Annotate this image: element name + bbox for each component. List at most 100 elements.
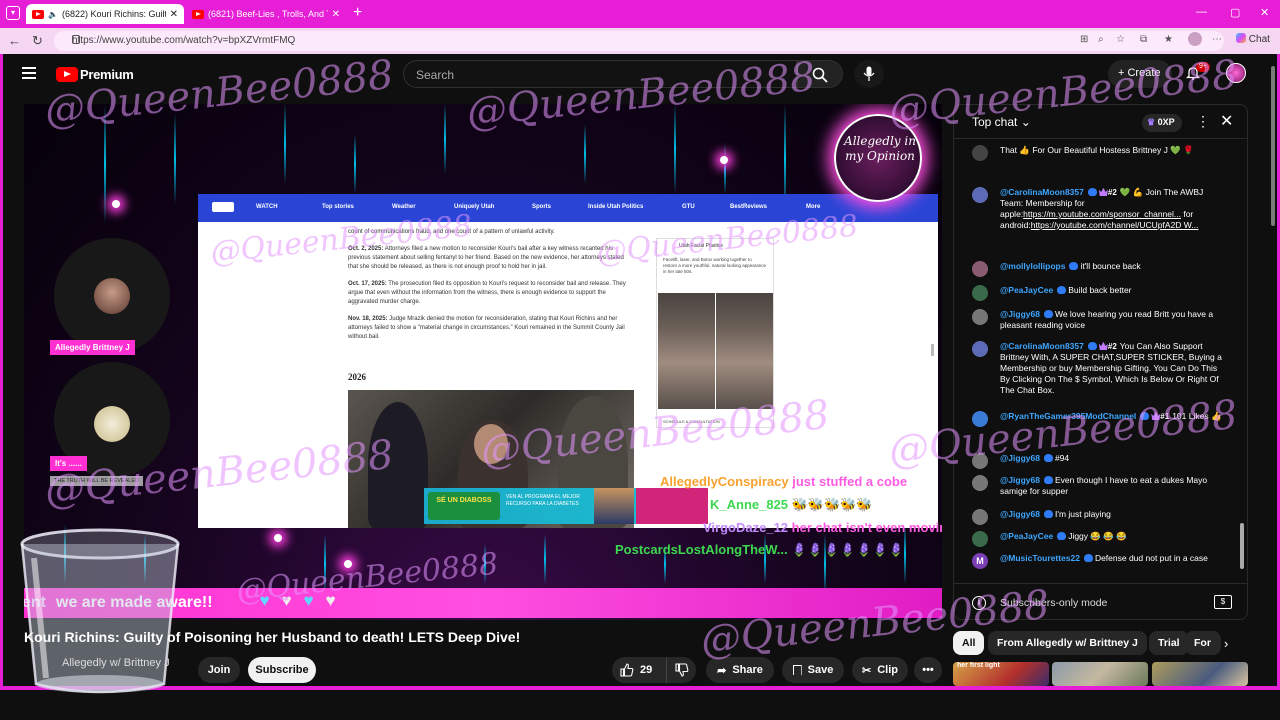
info-icon[interactable]: i <box>972 596 986 610</box>
chat-avatar[interactable] <box>972 187 988 203</box>
tab-actions-icon[interactable]: ▾ <box>6 6 20 20</box>
join-button[interactable]: Join <box>198 657 240 683</box>
more-icon[interactable]: ⋯ <box>1212 34 1222 45</box>
super-chat-icon[interactable]: $ <box>1214 595 1232 609</box>
chat-author-name[interactable]: @Jiggy68 <box>1000 509 1040 519</box>
profile-avatar[interactable] <box>1188 32 1202 46</box>
create-button[interactable]: + Create <box>1108 60 1172 88</box>
chat-author-name[interactable]: @PeaJayCee <box>1000 531 1053 541</box>
browser-tab-active[interactable]: 🔈 (6822) Kouri Richins: Guilty of Poison… <box>26 4 184 24</box>
chat-scroll-thumb[interactable] <box>1240 523 1244 569</box>
member-badge-icon <box>1083 554 1093 562</box>
chat-avatar[interactable] <box>972 285 988 301</box>
youtube-logo-icon[interactable] <box>56 67 78 82</box>
copilot-chat-button[interactable]: Chat <box>1236 33 1270 45</box>
refresh-icon[interactable]: ↻ <box>32 33 43 49</box>
chat-author-name[interactable]: @mollylollipops <box>1000 261 1065 271</box>
page-scroll-thumb[interactable] <box>1271 66 1275 226</box>
chat-message[interactable]: M @MusicTourettes22 Defense dud not put in… <box>972 553 1228 569</box>
youtube-premium-label[interactable]: Premium <box>80 67 134 82</box>
chat-author-name[interactable]: @Jiggy68 <box>1000 309 1040 319</box>
chat-author-name[interactable]: @CarolinaMoon8357 <box>1000 341 1084 351</box>
favorites-icon[interactable]: ★ <box>1164 34 1173 45</box>
chat-avatar[interactable] <box>972 261 988 277</box>
chat-author-name[interactable]: @CarolinaMoon8357 <box>1000 187 1084 197</box>
chat-message[interactable]: That 👍 For Our Beautiful Hostess Brittne… <box>972 145 1228 161</box>
member-badge-icon <box>1057 532 1067 540</box>
chat-avatar[interactable] <box>972 411 988 427</box>
chat-message[interactable]: @Jiggy68 Even though I have to eat a duke… <box>972 475 1228 497</box>
chat-author-name[interactable]: @Jiggy68 <box>1000 453 1040 463</box>
chat-message[interactable]: @Jiggy68 We love hearing you read Britt y… <box>972 309 1228 331</box>
recommended-video-thumbnail[interactable]: her first light <box>953 662 1049 686</box>
chat-message[interactable]: @PeaJayCee Jiggy 😂 😂 😂 <box>972 531 1228 547</box>
voice-search-button[interactable] <box>854 60 884 88</box>
chat-message[interactable]: @Jiggy68 I'm just playing <box>972 509 1228 525</box>
chat-mode-dropdown[interactable]: Top chat ⌄ <box>972 115 1031 129</box>
chat-avatar[interactable] <box>972 145 988 161</box>
like-button[interactable]: 29 <box>612 657 666 683</box>
search-button[interactable] <box>797 60 843 88</box>
app-available-icon[interactable]: ⊞ <box>1080 34 1088 45</box>
chat-author-name[interactable]: @PeaJayCee <box>1000 285 1053 295</box>
address-bar[interactable]: https://www.youtube.com/watch?v=bpXZVrmt… <box>54 31 1224 51</box>
channel-name[interactable]: Allegedly w/ Brittney J <box>62 657 170 669</box>
new-tab-icon[interactable]: + <box>353 4 362 22</box>
minimize-icon[interactable]: — <box>1196 6 1207 18</box>
chat-avatar[interactable] <box>972 531 988 547</box>
browser-tab[interactable]: (6821) Beef-Lies , Trolls, And THe I ✕ <box>186 4 346 24</box>
article-nav-item: GTU <box>682 204 695 210</box>
chat-message-text: #94 <box>1054 453 1070 463</box>
split-screen-icon[interactable]: ⧉ <box>1140 34 1147 45</box>
back-icon[interactable]: ← <box>8 33 21 48</box>
menu-icon[interactable] <box>22 67 36 79</box>
maximize-icon[interactable]: ▢ <box>1230 6 1240 19</box>
close-chat-icon[interactable]: ✕ <box>1220 111 1233 131</box>
clip-button[interactable]: ✂ Clip <box>852 657 908 683</box>
xp-badge[interactable]: ♛ 0XP <box>1142 114 1182 132</box>
recommended-video-thumbnail[interactable] <box>1152 662 1248 686</box>
dislike-button[interactable] <box>666 657 696 683</box>
member-badge-icon <box>1087 342 1097 350</box>
chat-avatar[interactable] <box>972 341 988 357</box>
filter-chip[interactable]: Trial <box>1149 631 1189 655</box>
chat-author-name[interactable]: @MusicTourettes22 <box>1000 553 1080 563</box>
subscribe-button[interactable]: Subscribe <box>248 657 316 683</box>
chat-message[interactable]: @mollylollipops it'll bounce back <box>972 261 1228 277</box>
chat-author-name[interactable]: @RyanTheGamer395ModChannel <box>1000 411 1136 421</box>
chat-message-text: it'll bounce back <box>1080 261 1141 271</box>
close-tab-icon[interactable]: ✕ <box>332 9 340 20</box>
zoom-icon[interactable]: ⌕ <box>1098 34 1104 45</box>
chat-link[interactable]: https://youtube.com/channel/UCUpfA2D W..… <box>1031 220 1199 230</box>
chat-avatar[interactable]: M <box>972 553 988 569</box>
chevron-right-icon[interactable]: › <box>1224 636 1228 651</box>
share-button[interactable]: ➦ Share <box>706 657 774 683</box>
more-actions-button[interactable]: ••• <box>914 657 942 683</box>
chat-avatar[interactable] <box>972 309 988 325</box>
chat-avatar[interactable] <box>972 453 988 469</box>
chat-scrollbar[interactable] <box>1240 143 1244 573</box>
chat-link[interactable]: https://m.youtube.com/sponsor_channel... <box>1023 209 1181 219</box>
speaker-icon[interactable]: 🔈 <box>48 10 58 19</box>
account-avatar[interactable] <box>1226 63 1246 83</box>
chat-message[interactable]: @RyanTheGamer395ModChannel #1 101 Likes 👍 <box>972 411 1228 427</box>
search-input[interactable]: Search <box>403 60 797 88</box>
chat-message[interactable]: @PeaJayCee Build back better <box>972 285 1228 301</box>
article-text: Attorneys filed a new motion to reconsid… <box>348 246 624 270</box>
chat-options-icon[interactable]: ⋮ <box>1196 113 1210 130</box>
close-tab-icon[interactable]: ✕ <box>170 9 178 20</box>
favorite-icon[interactable]: ☆ <box>1116 34 1125 45</box>
filter-chip[interactable]: From Allegedly w/ Brittney J <box>988 631 1147 655</box>
chat-avatar[interactable] <box>972 509 988 525</box>
save-button[interactable]: Save <box>782 657 844 683</box>
filter-chip[interactable]: For <box>1185 631 1221 655</box>
chat-message[interactable]: @CarolinaMoon8357 #2 💚 💪 Join The AWBJ Tea… <box>972 187 1228 231</box>
chat-avatar[interactable] <box>972 475 988 491</box>
recommended-video-thumbnail[interactable] <box>1052 662 1148 686</box>
filter-chip[interactable]: All <box>953 631 985 655</box>
chat-author-name[interactable]: @Jiggy68 <box>1000 475 1040 485</box>
close-window-icon[interactable]: ✕ <box>1260 6 1269 19</box>
chat-message[interactable]: @Jiggy68 #94 <box>972 453 1228 469</box>
page-scrollbar[interactable] <box>1270 60 1276 686</box>
chat-message[interactable]: @CarolinaMoon8357 #2 You Can Also Support … <box>972 341 1228 396</box>
